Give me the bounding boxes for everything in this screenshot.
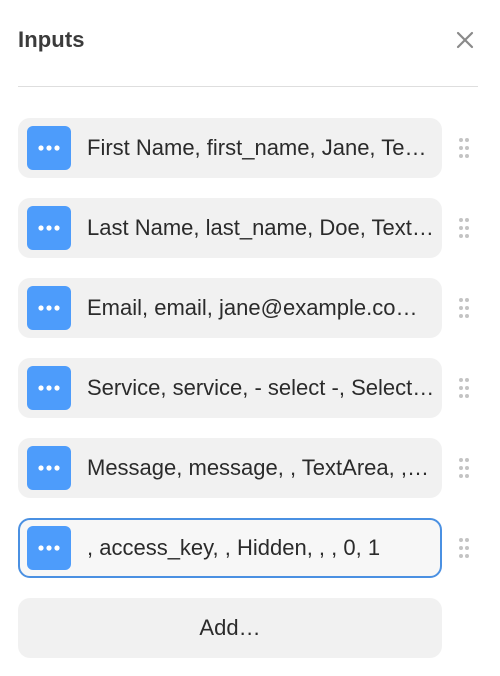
input-item[interactable]: Last Name, last_name, Doe, Text, , , 1 xyxy=(18,198,442,258)
close-icon xyxy=(456,31,474,49)
drag-handle[interactable] xyxy=(442,518,486,578)
more-button[interactable] xyxy=(27,526,71,570)
input-label: Last Name, last_name, Doe, Text, , , 1 xyxy=(87,215,435,240)
more-button[interactable] xyxy=(27,286,71,330)
drag-handle[interactable] xyxy=(442,278,486,338)
more-icon xyxy=(38,225,60,231)
more-icon xyxy=(38,305,60,311)
input-label: Email, email, jane@example.com, Email, ,… xyxy=(87,295,435,320)
more-icon xyxy=(38,465,60,471)
drag-handle[interactable] xyxy=(442,438,486,498)
drag-handle-icon xyxy=(459,298,469,318)
more-icon xyxy=(38,385,60,391)
input-row: Message, message, , TextArea, , , 1 xyxy=(18,438,486,498)
input-label: First Name, first_name, Jane, Text, , , … xyxy=(87,135,435,160)
close-button[interactable] xyxy=(452,27,478,53)
add-button[interactable]: Add… xyxy=(18,598,442,658)
inputs-list: First Name, first_name, Jane, Text, , , … xyxy=(18,118,486,658)
drag-handle-icon xyxy=(459,378,469,398)
input-row: Service, service, - select -, Select, , … xyxy=(18,358,486,418)
input-row: , access_key, , Hidden, , , 0, 1 xyxy=(18,518,486,578)
input-item[interactable]: First Name, first_name, Jane, Text, , , … xyxy=(18,118,442,178)
more-icon xyxy=(38,145,60,151)
drag-handle-icon xyxy=(459,538,469,558)
drag-handle-icon xyxy=(459,138,469,158)
input-item[interactable]: Service, service, - select -, Select, , … xyxy=(18,358,442,418)
more-button[interactable] xyxy=(27,126,71,170)
more-button[interactable] xyxy=(27,366,71,410)
input-label: Message, message, , TextArea, , , 1 xyxy=(87,455,435,480)
drag-handle[interactable] xyxy=(442,198,486,258)
input-row: Last Name, last_name, Doe, Text, , , 1 xyxy=(18,198,486,258)
input-item[interactable]: Message, message, , TextArea, , , 1 xyxy=(18,438,442,498)
header-divider xyxy=(18,86,478,87)
more-icon xyxy=(38,545,60,551)
input-row: First Name, first_name, Jane, Text, , , … xyxy=(18,118,486,178)
input-item[interactable]: , access_key, , Hidden, , , 0, 1 xyxy=(18,518,442,578)
drag-handle[interactable] xyxy=(442,358,486,418)
drag-handle-icon xyxy=(459,458,469,478)
panel-title: Inputs xyxy=(18,27,85,52)
input-label: , access_key, , Hidden, , , 0, 1 xyxy=(87,535,381,560)
inputs-panel: Inputs First Name, first_name, Jane, Tex… xyxy=(0,0,500,676)
more-button[interactable] xyxy=(27,206,71,250)
drag-handle-icon xyxy=(459,218,469,238)
input-item[interactable]: Email, email, jane@example.com, Email, ,… xyxy=(18,278,442,338)
input-row: Email, email, jane@example.com, Email, ,… xyxy=(18,278,486,338)
panel-header: Inputs xyxy=(18,22,478,58)
drag-handle[interactable] xyxy=(442,118,486,178)
more-button[interactable] xyxy=(27,446,71,490)
input-label: Service, service, - select -, Select, , … xyxy=(87,375,435,400)
